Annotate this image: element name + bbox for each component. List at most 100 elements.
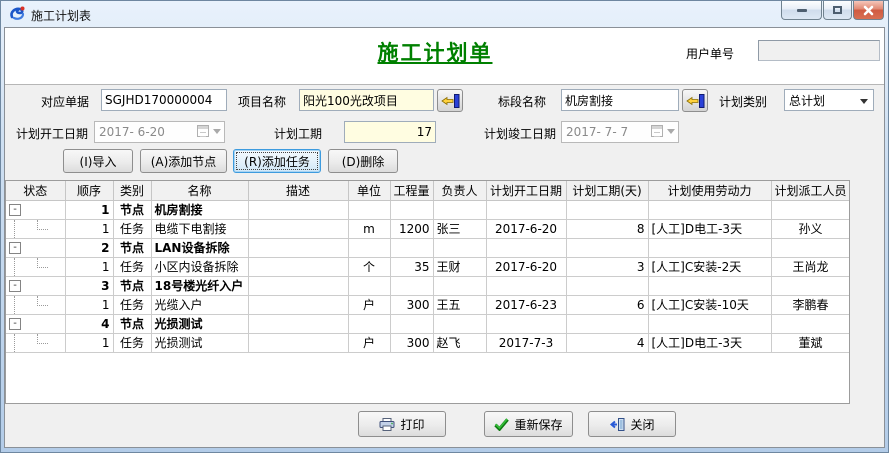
cell-cat[interactable]: 节点 [113,314,151,333]
cell-start[interactable]: 2017-6-20 [486,257,566,276]
cell-start[interactable]: 2017-6-20 [486,219,566,238]
cell-labor[interactable]: [人工]C安装-2天 [648,257,771,276]
cell-cat[interactable]: 任务 [113,257,151,276]
add-node-button[interactable]: (A)添加节点 [140,149,227,173]
cell-name[interactable]: LAN设备拆除 [151,238,248,257]
cell-staff[interactable] [771,314,850,333]
cell-staff[interactable]: 李鹏春 [771,295,850,314]
cell-days[interactable] [566,276,648,295]
cell-days[interactable]: 8 [566,219,648,238]
cell-unit[interactable] [348,276,390,295]
cell-days[interactable] [566,200,648,219]
node-row[interactable]: -4节点光损测试 [6,314,850,333]
cell-desc[interactable] [248,276,348,295]
cell-qty[interactable]: 35 [390,257,433,276]
column-header[interactable]: 名称 [151,181,248,200]
task-row[interactable]: 1任务光缆入户户300王五2017-6-236[人工]C安装-10天李鹏春 [6,295,850,314]
tree-indicator-cell[interactable]: - [6,238,65,257]
tree-indicator-cell[interactable]: - [6,200,65,219]
minimize-button[interactable] [781,1,822,20]
cell-start[interactable] [486,314,566,333]
cell-labor[interactable]: [人工]D电工-3天 [648,219,771,238]
column-header[interactable]: 类别 [113,181,151,200]
cell-unit[interactable] [348,314,390,333]
cell-cat[interactable]: 节点 [113,276,151,295]
task-row[interactable]: 1任务小区内设备拆除个35王财2017-6-203[人工]C安装-2天王尚龙 [6,257,850,276]
cell-cat[interactable]: 任务 [113,219,151,238]
start-date-picker[interactable]: 2017- 6-20 [94,121,225,143]
print-button[interactable]: 打印 [358,411,446,437]
finish-date-picker[interactable]: 2017- 7- 7 [561,121,679,143]
cell-start[interactable]: 2017-6-23 [486,295,566,314]
column-header[interactable]: 计划工期(天) [566,181,648,200]
column-header[interactable]: 计划使用劳动力 [648,181,771,200]
cell-labor[interactable] [648,200,771,219]
cell-desc[interactable] [248,257,348,276]
task-row[interactable]: 1任务光损测试户300赵飞2017-7-34[人工]D电工-3天董斌 [6,333,850,352]
cell-seq[interactable]: 2 [65,238,113,257]
cell-unit[interactable]: m [348,219,390,238]
cell-staff[interactable]: 董斌 [771,333,850,352]
cell-name[interactable]: 电缆下电割接 [151,219,248,238]
cell-name[interactable]: 光损测试 [151,333,248,352]
tree-indicator-cell[interactable]: - [6,314,65,333]
cell-cat[interactable]: 任务 [113,333,151,352]
cell-start[interactable]: 2017-7-3 [486,333,566,352]
cell-labor[interactable] [648,314,771,333]
plan-type-select[interactable]: 总计划 [784,89,874,111]
cell-days[interactable]: 6 [566,295,648,314]
cell-seq[interactable]: 1 [65,257,113,276]
delete-button[interactable]: (D)删除 [328,149,398,173]
cell-qty[interactable]: 300 [390,333,433,352]
cell-start[interactable] [486,238,566,257]
user-no-input[interactable] [758,40,880,61]
cell-days[interactable] [566,314,648,333]
cell-unit[interactable] [348,200,390,219]
cell-unit[interactable]: 户 [348,295,390,314]
cell-cat[interactable]: 节点 [113,238,151,257]
cell-days[interactable] [566,238,648,257]
cell-start[interactable] [486,200,566,219]
cell-staff[interactable]: 孙义 [771,219,850,238]
column-header[interactable]: 计划开工日期 [486,181,566,200]
cell-seq[interactable]: 1 [65,219,113,238]
cell-qty[interactable] [390,314,433,333]
doc-input[interactable] [101,89,227,111]
cell-labor[interactable]: [人工]D电工-3天 [648,333,771,352]
cell-start[interactable] [486,276,566,295]
cell-labor[interactable] [648,238,771,257]
cell-name[interactable]: 小区内设备拆除 [151,257,248,276]
cell-qty[interactable]: 1200 [390,219,433,238]
collapse-icon[interactable]: - [9,204,21,216]
cell-desc[interactable] [248,219,348,238]
cell-staff[interactable] [771,238,850,257]
cell-qty[interactable] [390,238,433,257]
column-header[interactable]: 描述 [248,181,348,200]
collapse-icon[interactable]: - [9,280,21,292]
cell-days[interactable]: 4 [566,333,648,352]
column-header[interactable]: 计划派工人员 [771,181,850,200]
tree-indicator-cell[interactable] [6,257,65,276]
duration-input[interactable] [344,121,436,143]
maximize-button[interactable] [823,1,852,20]
cell-seq[interactable]: 1 [65,295,113,314]
column-header[interactable]: 负责人 [433,181,486,200]
cell-desc[interactable] [248,314,348,333]
cell-desc[interactable] [248,200,348,219]
cell-owner[interactable] [433,314,486,333]
add-task-button[interactable]: (R)添加任务 [233,149,321,173]
cell-owner[interactable]: 赵飞 [433,333,486,352]
node-row[interactable]: -2节点LAN设备拆除 [6,238,850,257]
save-button[interactable]: 重新保存 [484,411,573,437]
tree-indicator-cell[interactable] [6,295,65,314]
cell-seq[interactable]: 1 [65,333,113,352]
cell-unit[interactable]: 个 [348,257,390,276]
cell-staff[interactable] [771,276,850,295]
cell-owner[interactable]: 王五 [433,295,486,314]
project-lookup-button[interactable] [437,89,463,112]
cell-name[interactable]: 光损测试 [151,314,248,333]
cell-desc[interactable] [248,295,348,314]
cell-staff[interactable]: 王尚龙 [771,257,850,276]
cell-seq[interactable]: 4 [65,314,113,333]
node-row[interactable]: -3节点18号楼光纤入户 [6,276,850,295]
